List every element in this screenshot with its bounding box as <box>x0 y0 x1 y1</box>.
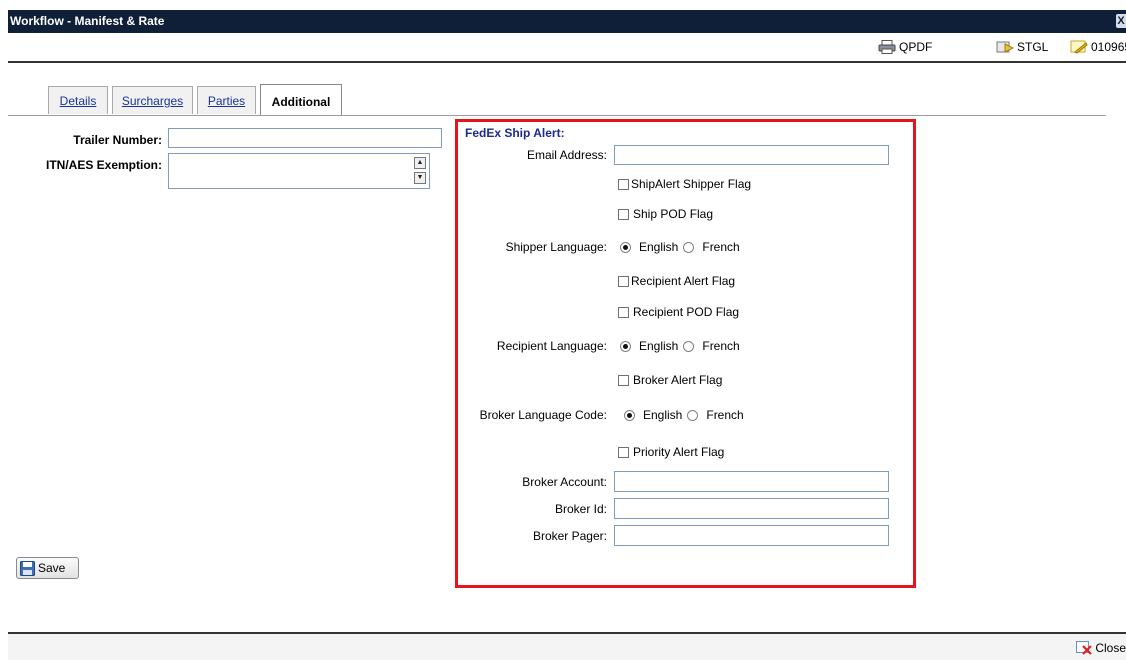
tab-surcharges[interactable]: Surcharges <box>112 86 193 114</box>
checkbox-box[interactable] <box>618 374 629 386</box>
broker-pager-label: Broker Pager: <box>532 529 607 543</box>
stgl-icon <box>996 41 1014 53</box>
recipient-english-label: English <box>639 339 679 353</box>
broker-french-label: French <box>706 408 744 422</box>
recipient-english-radio[interactable] <box>620 340 631 352</box>
trailer-number-label: Trailer Number: <box>73 133 162 147</box>
trailer-number-input[interactable] <box>168 128 442 148</box>
tab-additional[interactable]: Additional <box>260 84 342 116</box>
footer-bar: Close <box>8 632 1126 660</box>
recipient-alert-flag-label: Recipient Alert Flag <box>631 274 736 288</box>
recipient-pod-flag-label: Recipient POD Flag <box>633 305 740 319</box>
checkbox-box[interactable] <box>618 178 629 190</box>
broker-account-input[interactable] <box>614 471 889 492</box>
broker-pager-input[interactable] <box>614 525 889 546</box>
broker-id-label: Broker Id: <box>554 502 607 516</box>
save-button[interactable]: Save <box>16 557 79 579</box>
shipper-language-label: Shipper Language: <box>505 240 607 254</box>
ship-alert-title: FedEx Ship Alert: <box>465 126 565 140</box>
window-close-icon[interactable]: X <box>1116 14 1126 28</box>
ship-pod-flag-checkbox[interactable]: Ship POD Flag <box>618 207 713 221</box>
checkbox-box[interactable] <box>618 446 629 458</box>
broker-english-label: English <box>643 408 683 422</box>
scroll-down-icon[interactable]: ▼ <box>414 172 426 184</box>
email-address-label: Email Address: <box>526 148 607 162</box>
recipient-french-label: French <box>702 339 740 353</box>
save-disk-icon <box>20 560 35 576</box>
recipient-language-radio-group: English French <box>620 339 740 353</box>
printer-icon <box>878 40 896 54</box>
toolbar: QPDF STGL 010965 <box>8 33 1126 63</box>
checkbox-box[interactable] <box>618 208 629 220</box>
close-button[interactable]: Close <box>1076 641 1126 655</box>
recipient-language-label: Recipient Language: <box>496 339 607 353</box>
stgl-label: STGL <box>1017 40 1049 54</box>
priority-alert-flag-label: Priority Alert Flag <box>633 445 725 459</box>
broker-language-code-label: Broker Language Code: <box>479 408 607 422</box>
recipient-french-radio[interactable] <box>683 340 695 352</box>
window-titlebar: Workflow - Manifest & Rate X <box>8 10 1126 33</box>
shipper-french-label: French <box>702 240 740 254</box>
close-label: Close <box>1095 641 1126 655</box>
record-id-label: 010965 <box>1091 40 1126 54</box>
email-address-input[interactable] <box>614 145 889 165</box>
record-id-button[interactable]: 010965 <box>1070 40 1126 54</box>
recipient-alert-flag-checkbox[interactable]: Recipient Alert Flag <box>618 274 735 288</box>
shipalert-shipper-flag-checkbox[interactable]: ShipAlert Shipper Flag <box>618 177 751 191</box>
qpdf-button[interactable]: QPDF <box>878 40 932 54</box>
itn-aes-exemption-label: ITN/AES Exemption: <box>45 158 162 172</box>
save-label: Save <box>38 561 66 575</box>
tab-divider <box>8 115 1106 116</box>
shipalert-shipper-flag-label: ShipAlert Shipper Flag <box>631 177 752 191</box>
broker-english-radio[interactable] <box>624 409 635 421</box>
itn-aes-exemption-textarea[interactable] <box>168 153 430 189</box>
broker-account-label: Broker Account: <box>522 475 607 489</box>
checkbox-box[interactable] <box>618 306 629 318</box>
close-x-icon <box>1076 641 1093 655</box>
qpdf-label: QPDF <box>899 40 933 54</box>
tab-details[interactable]: Details <box>48 86 108 114</box>
broker-id-input[interactable] <box>614 498 889 519</box>
priority-alert-flag-checkbox[interactable]: Priority Alert Flag <box>618 445 724 459</box>
ship-pod-flag-label: Ship POD Flag <box>633 207 714 221</box>
stgl-button[interactable]: STGL <box>996 40 1048 54</box>
broker-french-radio[interactable] <box>687 409 699 421</box>
note-icon <box>1070 40 1088 54</box>
recipient-pod-flag-checkbox[interactable]: Recipient POD Flag <box>618 305 739 319</box>
checkbox-box[interactable] <box>618 275 629 287</box>
broker-alert-flag-checkbox[interactable]: Broker Alert Flag <box>618 373 722 387</box>
shipper-french-radio[interactable] <box>683 241 695 253</box>
tab-parties[interactable]: Parties <box>197 86 256 114</box>
window-title: Workflow - Manifest & Rate <box>10 14 165 28</box>
broker-language-radio-group: English French <box>624 408 744 422</box>
shipper-language-radio-group: English French <box>620 240 740 254</box>
broker-alert-flag-label: Broker Alert Flag <box>633 373 723 387</box>
shipper-english-label: English <box>639 240 679 254</box>
shipper-english-radio[interactable] <box>620 241 631 253</box>
scroll-up-icon[interactable]: ▲ <box>414 157 426 169</box>
